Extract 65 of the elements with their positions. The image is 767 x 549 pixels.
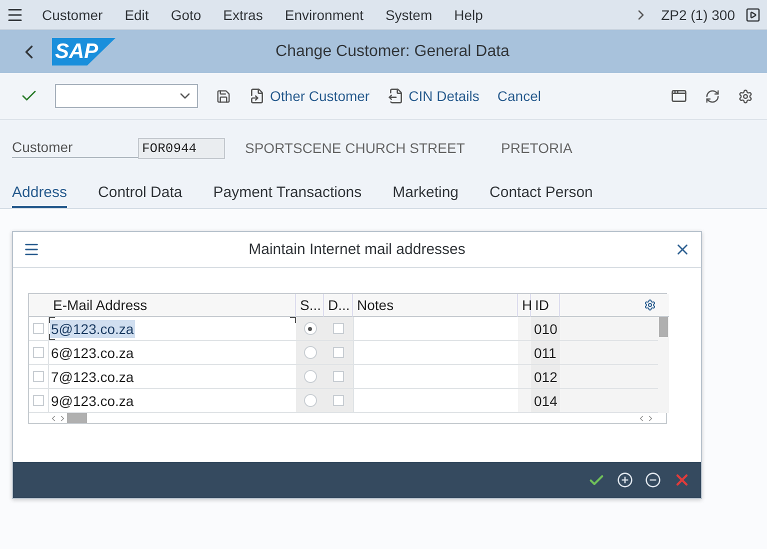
tab[interactable]: Contact Person — [490, 184, 593, 208]
radio-button[interactable] — [304, 394, 316, 407]
toolbar-button[interactable]: CIN Details — [388, 88, 480, 104]
row-selector[interactable] — [33, 347, 44, 358]
scrollbar-thumb[interactable] — [659, 317, 668, 337]
menu-item[interactable]: Environment — [284, 6, 364, 22]
table-cell: 014 — [531, 389, 560, 413]
checkbox[interactable] — [333, 323, 344, 334]
scrollbar-thumb[interactable] — [67, 413, 87, 423]
system-info: ZP2 (1) 300 — [661, 6, 735, 22]
column-header[interactable]: ID — [531, 294, 560, 317]
menu-item[interactable]: Edit — [124, 6, 149, 22]
table-cell: 010 — [531, 317, 560, 341]
column-header[interactable]: H — [518, 294, 531, 317]
radio-button[interactable] — [304, 322, 316, 335]
radio-button[interactable] — [304, 346, 316, 359]
window-icon[interactable] — [671, 88, 687, 104]
email-cell[interactable]: 9@123.co.za — [50, 392, 135, 410]
email-cell[interactable]: 6@123.co.za — [50, 344, 135, 362]
menu-item[interactable]: System — [385, 6, 432, 22]
column-header[interactable]: Notes — [353, 294, 518, 317]
checkbox[interactable] — [333, 371, 344, 382]
checkbox[interactable] — [333, 395, 344, 406]
checkbox[interactable] — [333, 347, 344, 358]
menu-item[interactable]: Extras — [223, 6, 263, 22]
table-cell — [518, 365, 531, 389]
window-title: Change Customer: General Data — [274, 42, 510, 60]
email-cell[interactable]: 5@123.co.za — [50, 320, 135, 338]
tab[interactable]: Marketing — [392, 184, 459, 208]
customer-field[interactable]: FOR0944 — [138, 138, 225, 158]
table-cell: 012 — [531, 365, 560, 389]
settings-icon[interactable] — [738, 88, 753, 104]
row-selector[interactable] — [33, 323, 44, 334]
row-selector[interactable] — [33, 371, 44, 382]
remove-icon[interactable] — [645, 472, 661, 488]
settings-icon[interactable] — [644, 299, 656, 311]
customer-name: SPORTSCENE CHURCH STREET — [245, 140, 466, 156]
table-cell — [518, 389, 531, 413]
dialog-title: Maintain Internet mail addresses — [248, 241, 466, 258]
toolbar-button[interactable]: Other Customer — [249, 88, 370, 104]
radio-button[interactable] — [304, 370, 316, 383]
document-arrow-icon — [249, 88, 265, 104]
row-selector[interactable] — [33, 395, 44, 406]
logo: SAP — [52, 38, 116, 66]
column-header[interactable]: S... — [296, 294, 324, 317]
tab[interactable]: Control Data — [98, 184, 182, 208]
command-field[interactable] — [55, 84, 198, 108]
toolbar-button[interactable]: Cancel — [497, 88, 541, 104]
menu-item[interactable]: Goto — [170, 6, 202, 22]
table-cell: 011 — [531, 341, 560, 365]
column-header[interactable]: E-Mail Address — [49, 294, 296, 317]
column-header[interactable]: D... — [324, 294, 353, 317]
customer-city: PRETORIA — [501, 140, 574, 156]
add-icon[interactable] — [617, 472, 633, 488]
table-cell — [518, 341, 531, 365]
menu-item[interactable]: Customer — [42, 6, 103, 22]
menu-item[interactable]: Help — [454, 6, 483, 22]
tab[interactable]: Payment Transactions — [213, 184, 362, 208]
document-arrow-icon — [388, 88, 404, 104]
refresh-window-icon[interactable] — [705, 88, 720, 104]
save-icon[interactable] — [216, 88, 231, 104]
email-cell[interactable]: 7@123.co.za — [50, 368, 135, 386]
table-cell — [518, 317, 531, 341]
menu-icon[interactable] — [23, 241, 40, 258]
play-icon[interactable] — [745, 6, 761, 22]
